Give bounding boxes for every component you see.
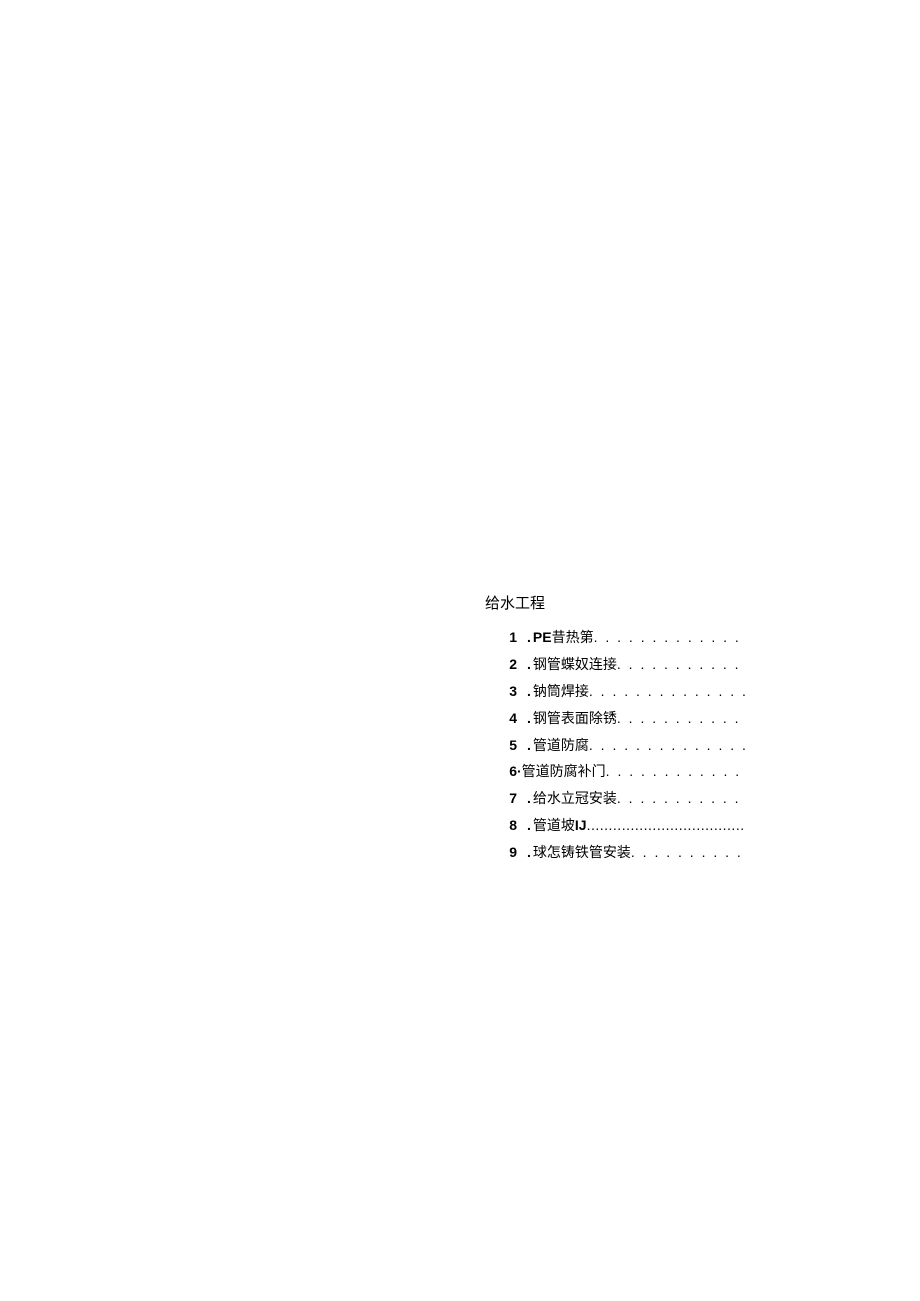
toc-section: 给水工程 1 . PE 昔热第 . . . . . . . . . . . . … [485, 592, 745, 867]
toc-dots: . . . . . . . . . . . . . . . [617, 706, 745, 732]
toc-suffix: IJ [575, 813, 587, 839]
toc-item: 9 . 球怎铸铁管安装 . . . . . . . . . . . . . [503, 840, 745, 867]
toc-number: 5 [503, 733, 517, 759]
toc-text: 昔热第 [552, 626, 594, 652]
toc-dots: . . . . . . . . . . . . . [631, 840, 745, 866]
toc-item: 3 . 钠筒焊接 . . . . . . . . . . . . . . . .… [503, 679, 745, 706]
section-title: 给水工程 [485, 592, 745, 613]
toc-number: 6 [503, 759, 517, 785]
toc-separator: . [527, 706, 531, 732]
toc-text: 管道坡 [533, 814, 575, 840]
toc-item: 4 . 钢管表面除锈 . . . . . . . . . . . . . . . [503, 706, 745, 733]
toc-item: 8 . 管道坡 IJ .............................… [503, 813, 745, 840]
toc-separator: . [527, 733, 531, 759]
toc-dots: . . . . . . . . . . . . . . . [617, 786, 745, 812]
toc-text: 球怎铸铁管安装 [533, 841, 631, 867]
toc-number: 1 [503, 625, 517, 651]
toc-prefix: PE [533, 625, 552, 651]
toc-text: 钠筒焊接 [533, 680, 589, 706]
toc-text: 钢管蝶奴连接 [533, 653, 617, 679]
toc-dots: . . . . . . . . . . . . . . . . . . . . [589, 679, 745, 705]
toc-text: 管道防腐 [533, 734, 589, 760]
toc-dots: . . . . . . . . . . . . . . . . . . . . [594, 625, 745, 651]
toc-item: 7 . 给水立冠安装 . . . . . . . . . . . . . . . [503, 786, 745, 813]
toc-dots: . . . . . . . . . . . . . . . . . [606, 759, 745, 785]
toc-separator: . [527, 625, 531, 651]
toc-dots: . . . . . . . . . . . . . . . . . . . . [589, 733, 745, 759]
toc-number: 9 [503, 840, 517, 866]
toc-separator: . [527, 652, 531, 678]
toc-text: 钢管表面除锈 [533, 707, 617, 733]
toc-item: 5 . 管道防腐 . . . . . . . . . . . . . . . .… [503, 733, 745, 760]
toc-dots: . . . . . . . . . . . . . . . . [617, 652, 745, 678]
toc-number: 7 [503, 786, 517, 812]
toc-number: 3 [503, 679, 517, 705]
toc-list: 1 . PE 昔热第 . . . . . . . . . . . . . . .… [485, 625, 745, 867]
toc-number: 8 [503, 813, 517, 839]
toc-separator: . [527, 840, 531, 866]
toc-text: 管道防腐补门 [522, 760, 606, 786]
toc-separator: . [527, 679, 531, 705]
toc-number: 4 [503, 706, 517, 732]
toc-number: 2 [503, 652, 517, 678]
toc-item: 2 . 钢管蝶奴连接 . . . . . . . . . . . . . . .… [503, 652, 745, 679]
toc-separator: . [527, 786, 531, 812]
toc-dots: ...................................... [587, 813, 745, 839]
toc-item: 1 . PE 昔热第 . . . . . . . . . . . . . . .… [503, 625, 745, 652]
toc-text: 给水立冠安装 [533, 787, 617, 813]
toc-separator: . [527, 813, 531, 839]
toc-item: 6 · 管道防腐补门 . . . . . . . . . . . . . . .… [503, 759, 745, 786]
